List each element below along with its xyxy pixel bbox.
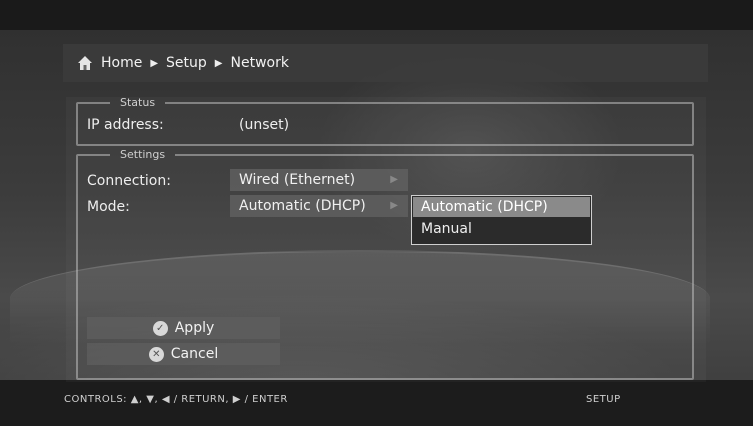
breadcrumb-network: Network xyxy=(230,55,289,71)
apply-label: Apply xyxy=(174,320,215,336)
mode-dropdown: Automatic (DHCP) Manual xyxy=(411,195,592,245)
chevron-right-icon: ▶ xyxy=(214,57,223,69)
chevron-right-icon: ▶ xyxy=(390,174,398,185)
status-legend: Status xyxy=(120,96,156,109)
chevron-right-icon: ▶ xyxy=(390,200,398,211)
breadcrumb-setup[interactable]: Setup xyxy=(166,55,207,71)
connection-value: Wired (Ethernet) xyxy=(239,172,356,188)
controls-hint: CONTROLS: ▲, ▼, ◀ / RETURN, ▶ / ENTER xyxy=(64,394,288,405)
tv-screen: Home ▶ Setup ▶ Network Status IP address… xyxy=(0,0,753,426)
status-group: Status xyxy=(76,96,694,146)
check-icon: ✓ xyxy=(152,320,168,336)
apply-button[interactable]: ✓ Apply xyxy=(87,317,280,339)
connection-select[interactable]: Wired (Ethernet) ▶ xyxy=(230,169,408,191)
breadcrumb: Home ▶ Setup ▶ Network xyxy=(63,44,708,82)
ip-address-value: (unset) xyxy=(239,117,290,133)
chevron-right-icon: ▶ xyxy=(150,57,159,69)
mode-option-manual[interactable]: Manual xyxy=(412,218,591,240)
breadcrumb-home[interactable]: Home xyxy=(101,55,142,71)
close-icon: ✕ xyxy=(148,346,164,362)
home-icon[interactable] xyxy=(77,55,93,71)
ip-address-label: IP address: xyxy=(87,117,164,133)
mode-select[interactable]: Automatic (DHCP) ▶ xyxy=(230,195,408,217)
mode-option-automatic[interactable]: Automatic (DHCP) xyxy=(413,197,590,217)
connection-label: Connection: xyxy=(87,173,171,189)
top-band xyxy=(0,0,753,30)
mode-value: Automatic (DHCP) xyxy=(239,198,366,214)
cancel-button[interactable]: ✕ Cancel xyxy=(87,343,280,365)
mode-label: Mode: xyxy=(87,199,130,215)
settings-legend: Settings xyxy=(120,148,166,161)
section-label: SETUP xyxy=(586,394,621,405)
cancel-label: Cancel xyxy=(170,346,219,362)
